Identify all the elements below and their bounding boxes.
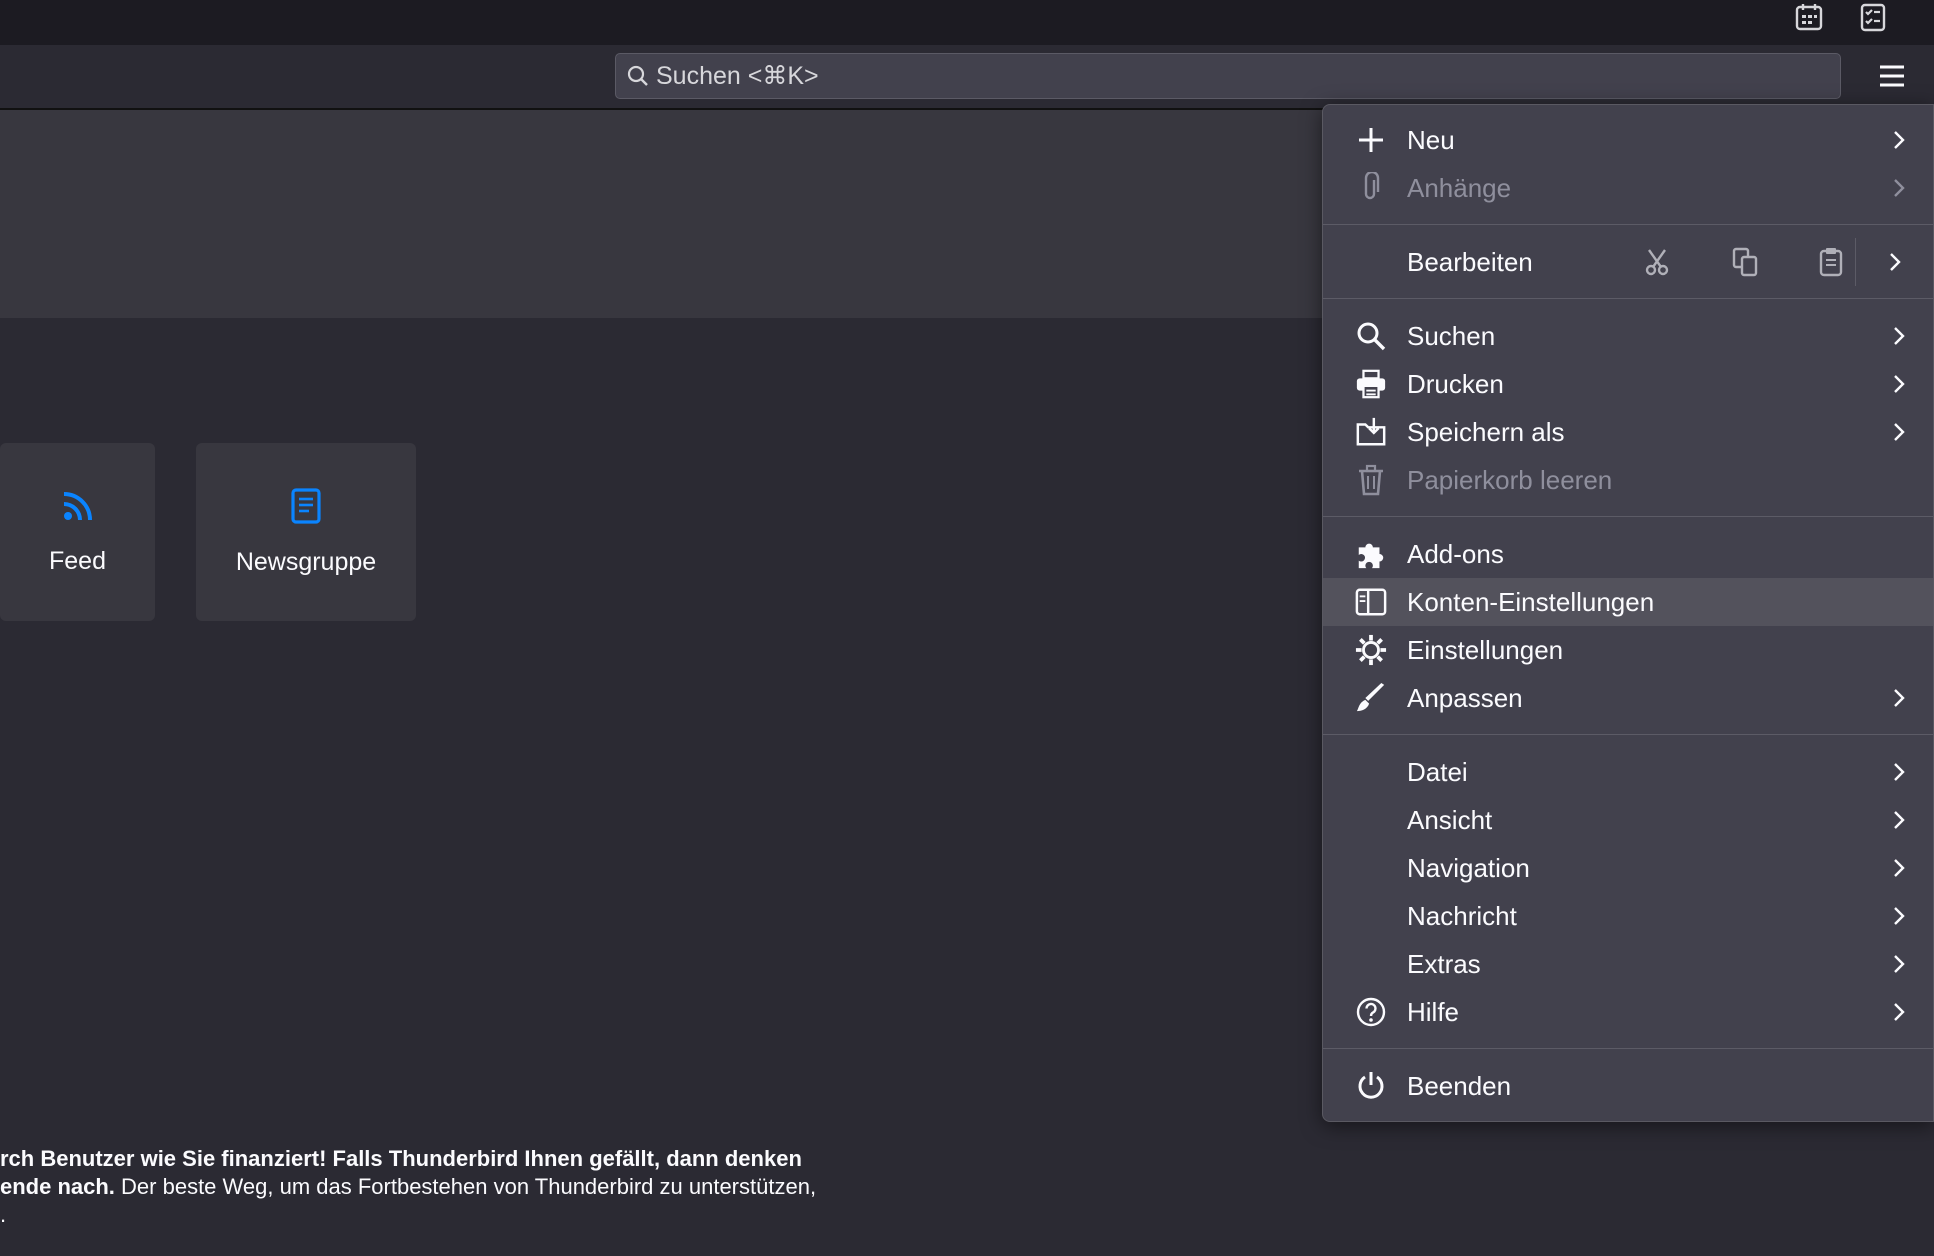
- app-menu-button[interactable]: [1874, 59, 1910, 93]
- puzzle-icon: [1355, 538, 1387, 570]
- menu-separator: [1323, 224, 1933, 225]
- menu-item-neu[interactable]: Neu: [1323, 116, 1933, 164]
- tasks-icon[interactable]: [1856, 0, 1890, 34]
- paperclip-icon: [1355, 172, 1387, 204]
- menu-item-label: Neu: [1407, 124, 1455, 155]
- save-icon: [1355, 416, 1387, 448]
- search-placeholder: Suchen <⌘K>: [656, 62, 819, 90]
- chevron-right-icon: [1889, 418, 1909, 446]
- menu-separator: [1323, 1048, 1933, 1049]
- menu-item-label: Nachricht: [1407, 900, 1517, 931]
- chevron-right-icon: [1889, 758, 1909, 786]
- chevron-right-icon: [1889, 806, 1909, 834]
- account-settings-icon: [1355, 586, 1387, 618]
- menu-item-beenden[interactable]: Beenden: [1323, 1062, 1933, 1110]
- gear-icon: [1355, 634, 1387, 666]
- app-menu-panel: Neu Anhänge Bearbeiten Suchen Drucken Sp…: [1322, 104, 1934, 1122]
- newsgroup-icon: [288, 487, 324, 530]
- paste-icon[interactable]: [1811, 242, 1851, 282]
- donation-line1: rch Benutzer wie Sie finanziert! Falls T…: [0, 1146, 802, 1171]
- menu-item-extras[interactable]: Extras: [1323, 940, 1933, 988]
- plus-icon: [1355, 124, 1387, 156]
- menu-item-label: Extras: [1407, 948, 1481, 979]
- menu-separator: [1323, 298, 1933, 299]
- menu-item-label: Papierkorb leeren: [1407, 464, 1613, 495]
- donation-line2: Der beste Weg, um das Fortbestehen von T…: [114, 1174, 817, 1199]
- copy-icon[interactable]: [1725, 242, 1765, 282]
- menu-item-speichern-als[interactable]: Speichern als: [1323, 408, 1933, 456]
- menu-item-label: Ansicht: [1407, 804, 1493, 835]
- edit-separator: [1855, 238, 1856, 286]
- menu-separator: [1323, 734, 1933, 735]
- menu-item-label: Hilfe: [1407, 996, 1460, 1027]
- menu-item-drucken[interactable]: Drucken: [1323, 360, 1933, 408]
- chevron-right-icon: [1889, 684, 1909, 712]
- feed-card-label: Feed: [49, 547, 106, 575]
- feed-card[interactable]: Feed: [0, 443, 155, 621]
- menu-item-label: Speichern als: [1407, 416, 1565, 447]
- cut-icon[interactable]: [1637, 242, 1677, 282]
- power-icon: [1355, 1070, 1387, 1102]
- printer-icon: [1355, 368, 1387, 400]
- newsgroup-card[interactable]: Newsgruppe: [196, 443, 416, 621]
- chevron-right-icon: [1889, 854, 1909, 882]
- search-icon: [1355, 320, 1387, 352]
- chevron-right-icon: [1889, 902, 1909, 930]
- brush-icon: [1355, 682, 1387, 714]
- chevron-right-icon: [1889, 370, 1909, 398]
- menu-item-anhaenge[interactable]: Anhänge: [1323, 164, 1933, 212]
- toolbar: Suchen <⌘K>: [0, 45, 1934, 110]
- menu-item-label: Einstellungen: [1407, 634, 1564, 665]
- title-bar: [0, 0, 1934, 45]
- chevron-right-icon: [1889, 322, 1909, 350]
- menu-item-einstellungen[interactable]: Einstellungen: [1323, 626, 1933, 674]
- menu-item-bearbeiten[interactable]: Bearbeiten: [1323, 238, 1933, 286]
- donation-line2-bold: ende nach.: [0, 1174, 115, 1199]
- menu-item-ansicht[interactable]: Ansicht: [1323, 796, 1933, 844]
- donation-text: rch Benutzer wie Sie finanziert! Falls T…: [0, 1145, 816, 1229]
- donation-line3: .: [0, 1202, 7, 1227]
- menu-item-anpassen[interactable]: Anpassen: [1323, 674, 1933, 722]
- menu-item-label: Anhänge: [1407, 172, 1512, 203]
- menu-item-nachricht[interactable]: Nachricht: [1323, 892, 1933, 940]
- calendar-icon[interactable]: [1792, 0, 1826, 34]
- menu-item-label: Drucken: [1407, 368, 1504, 399]
- menu-item-datei[interactable]: Datei: [1323, 748, 1933, 796]
- trash-icon: [1355, 464, 1387, 496]
- menu-separator: [1323, 516, 1933, 517]
- chevron-right-icon: [1889, 126, 1909, 154]
- chevron-right-icon[interactable]: [1885, 248, 1905, 276]
- menu-item-add-ons[interactable]: Add-ons: [1323, 530, 1933, 578]
- chevron-right-icon: [1889, 174, 1909, 202]
- menu-item-label: Konten-Einstellungen: [1407, 586, 1655, 617]
- menu-item-label: Datei: [1407, 756, 1468, 787]
- menu-item-konten-einstellungen[interactable]: Konten-Einstellungen: [1323, 578, 1933, 626]
- search-icon: [627, 65, 648, 86]
- newsgroup-card-label: Newsgruppe: [235, 548, 377, 576]
- chevron-right-icon: [1889, 950, 1909, 978]
- menu-item-label: Navigation: [1407, 852, 1530, 883]
- rss-feed-icon: [60, 488, 96, 529]
- menu-item-papierkorb-leeren[interactable]: Papierkorb leeren: [1323, 456, 1933, 504]
- menu-item-label: Beenden: [1407, 1070, 1512, 1101]
- menu-item-hilfe[interactable]: Hilfe: [1323, 988, 1933, 1036]
- search-input[interactable]: Suchen <⌘K>: [615, 53, 1841, 99]
- menu-item-navigation[interactable]: Navigation: [1323, 844, 1933, 892]
- help-icon: [1355, 996, 1387, 1028]
- menu-item-suchen[interactable]: Suchen: [1323, 312, 1933, 360]
- menu-item-label: Suchen: [1407, 320, 1496, 351]
- menu-item-label: Add-ons: [1407, 538, 1504, 569]
- menu-item-label: Bearbeiten: [1407, 246, 1533, 277]
- chevron-right-icon: [1889, 998, 1909, 1026]
- menu-item-label: Anpassen: [1407, 682, 1523, 713]
